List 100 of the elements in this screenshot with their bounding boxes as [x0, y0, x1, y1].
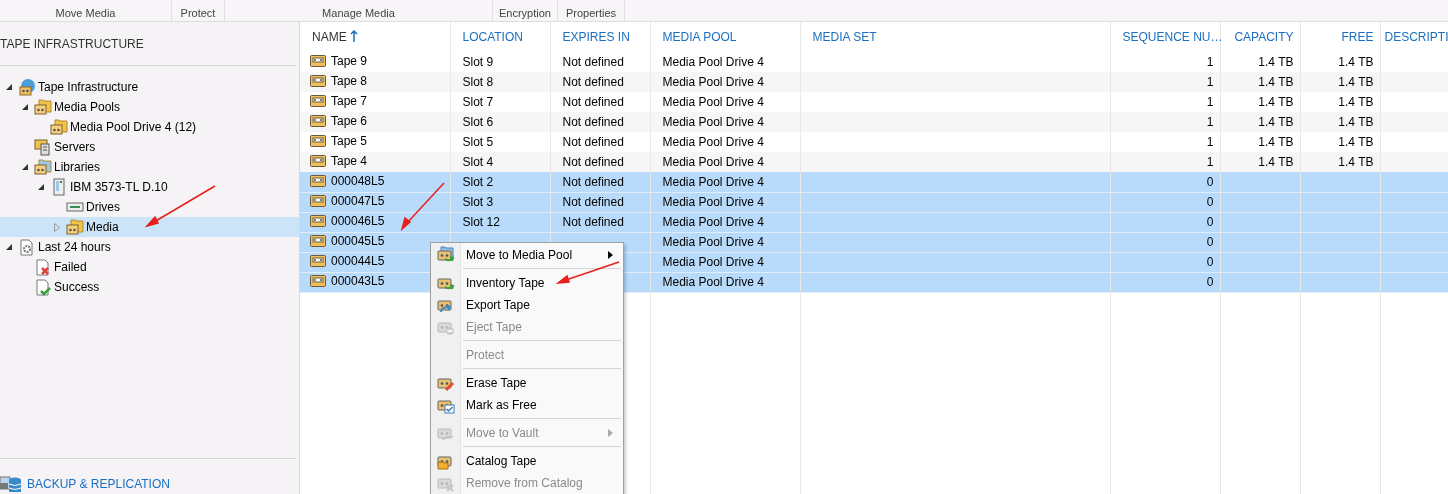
table-cell: Slot 8 — [462, 75, 494, 89]
column-header[interactable]: CAPACITY — [1220, 22, 1300, 52]
folder-tape-icon — [50, 118, 68, 136]
tape-icon — [310, 135, 326, 147]
table-cell: 1 — [1206, 55, 1214, 69]
annotation-arrow — [400, 182, 445, 232]
table-cell: Media Pool Drive 4 — [662, 255, 764, 269]
expanded-icon[interactable] — [6, 84, 12, 90]
tree-item[interactable]: Media Pool Drive 4 (12) — [0, 117, 299, 137]
table-row[interactable]: 000046L5 Slot 12 Not defined Media Pool Drive 4 0 — [300, 212, 1448, 232]
table-cell: Slot 7 — [462, 95, 494, 109]
server-icon — [34, 138, 52, 156]
panel-title: TAPE INFRASTRUCTURE — [0, 36, 144, 51]
table-cell: 0 — [1206, 235, 1214, 249]
expanded-icon[interactable] — [22, 104, 28, 110]
folder-tape-icon — [66, 218, 84, 236]
table-cell: Not defined — [562, 155, 624, 169]
table-cell: Slot 12 — [462, 215, 500, 229]
table-cell: 000046L5 — [331, 214, 385, 228]
table-cell: 1.4 TB — [1258, 155, 1294, 169]
tree-item[interactable]: Drives — [0, 197, 299, 217]
column-header[interactable]: NAME — [300, 22, 450, 52]
table-cell: Tape 7 — [331, 94, 368, 108]
tree-item[interactable]: IBM 3573-TL D.10 — [0, 177, 299, 197]
table-cell: 0 — [1206, 255, 1214, 269]
tape-library-icon — [50, 178, 68, 196]
tree-item[interactable]: Success — [0, 277, 299, 297]
session-gear-icon — [18, 238, 36, 256]
column-header[interactable]: MEDIA POOL — [650, 22, 800, 52]
table-cell: 1 — [1206, 95, 1214, 109]
submenu-arrow-icon — [608, 251, 613, 259]
column-header[interactable]: DESCRIPTI — [1380, 22, 1448, 52]
table-cell: Slot 2 — [462, 174, 494, 189]
table-cell: Not defined — [562, 135, 624, 149]
menu-item[interactable]: Mark as Free — [431, 394, 623, 416]
table-row[interactable]: Tape 8 Slot 8 Not defined Media Pool Drive 4 1 1.4 TB 1.4 TB — [300, 72, 1448, 92]
tree-item[interactable]: Media — [0, 217, 299, 237]
table-row[interactable]: Tape 6 Slot 6 Not defined Media Pool Drive 4 1 1.4 TB 1.4 TB — [300, 112, 1448, 132]
tape-icon — [310, 174, 326, 187]
annotation-arrow — [555, 261, 620, 284]
tape-icon — [310, 215, 326, 227]
ribbon-group-label: Protect — [180, 7, 216, 19]
table-cell: 1.4 TB — [1338, 55, 1374, 69]
tree-item[interactable]: Media Pools — [0, 97, 299, 117]
submenu-arrow-icon — [608, 429, 613, 437]
menu-item[interactable]: Export Tape — [431, 294, 623, 316]
table-cell: Tape 8 — [331, 74, 368, 88]
table-cell: Slot 9 — [462, 55, 494, 69]
table-cell: 1.4 TB — [1258, 75, 1294, 89]
table-cell: Slot 3 — [462, 195, 494, 209]
table-cell: 1.4 TB — [1338, 135, 1374, 149]
column-header[interactable]: LOCATION — [450, 22, 550, 52]
table-cell: 1.4 TB — [1338, 115, 1374, 129]
table-cell: 1 — [1206, 75, 1214, 89]
table-cell: 0 — [1206, 195, 1214, 209]
table-cell: 1.4 TB — [1258, 55, 1294, 69]
tree-item[interactable]: Tape Infrastructure — [0, 77, 299, 97]
navigation-link[interactable]: BACKUP & REPLICATION — [27, 477, 170, 491]
column-header[interactable]: FREE — [1300, 22, 1380, 52]
table-row[interactable]: Tape 4 Slot 4 Not defined Media Pool Drive 4 1 1.4 TB 1.4 TB — [300, 152, 1448, 172]
table-cell: Media Pool Drive 4 — [662, 275, 764, 289]
tree-item[interactable]: Failed — [0, 257, 299, 277]
table-cell: Media Pool Drive 4 — [662, 174, 764, 189]
table-row[interactable]: 000047L5 Slot 3 Not defined Media Pool Drive 4 0 — [300, 192, 1448, 212]
menu-item[interactable]: Catalog Tape — [431, 450, 623, 472]
failed-icon — [34, 258, 52, 276]
column-header[interactable]: SEQUENCE NU… — [1110, 22, 1220, 52]
table-cell: Media Pool Drive 4 — [662, 75, 764, 89]
table-cell: 1.4 TB — [1258, 135, 1294, 149]
table-cell: Tape 9 — [331, 54, 368, 68]
menu-item[interactable]: Erase Tape — [431, 372, 623, 394]
tape-icon — [310, 75, 326, 87]
table-cell: Not defined — [562, 55, 624, 69]
ribbon-group-label: Properties — [565, 7, 617, 19]
column-header[interactable]: EXPIRES IN — [550, 22, 650, 52]
table-cell: 1.4 TB — [1258, 115, 1294, 129]
table-cell: Media Pool Drive 4 — [662, 235, 764, 249]
table-cell: Media Pool Drive 4 — [662, 115, 764, 129]
tape-icon — [310, 115, 326, 127]
table-cell: Media Pool Drive 4 — [662, 55, 764, 69]
table-cell: Slot 6 — [462, 115, 494, 129]
table-cell: Not defined — [562, 215, 624, 229]
expanded-icon[interactable] — [38, 184, 44, 190]
table-row[interactable]: 000048L5 Slot 2 Not defined Media Pool Drive 4 0 — [300, 172, 1448, 192]
table-cell: Slot 4 — [462, 155, 494, 169]
tree-item[interactable]: Libraries — [0, 157, 299, 177]
table-cell: Not defined — [562, 195, 624, 209]
tape-icon — [310, 55, 326, 67]
tree-item[interactable]: Last 24 hours — [0, 237, 299, 257]
expanded-icon[interactable] — [22, 164, 28, 170]
table-cell: 1 — [1206, 135, 1214, 149]
menu-item[interactable]: Inventory Tape — [431, 272, 623, 294]
expanded-icon[interactable] — [6, 244, 12, 250]
table-cell: Not defined — [562, 174, 624, 189]
table-cell: 000044L5 — [331, 254, 385, 268]
ribbon-group-label: Encryption — [499, 7, 551, 19]
tree-item[interactable]: Servers — [0, 137, 299, 157]
column-header[interactable]: MEDIA SET — [800, 22, 1110, 52]
ribbon-group-label: Manage Media — [322, 7, 395, 19]
table-cell: 0 — [1206, 215, 1214, 229]
